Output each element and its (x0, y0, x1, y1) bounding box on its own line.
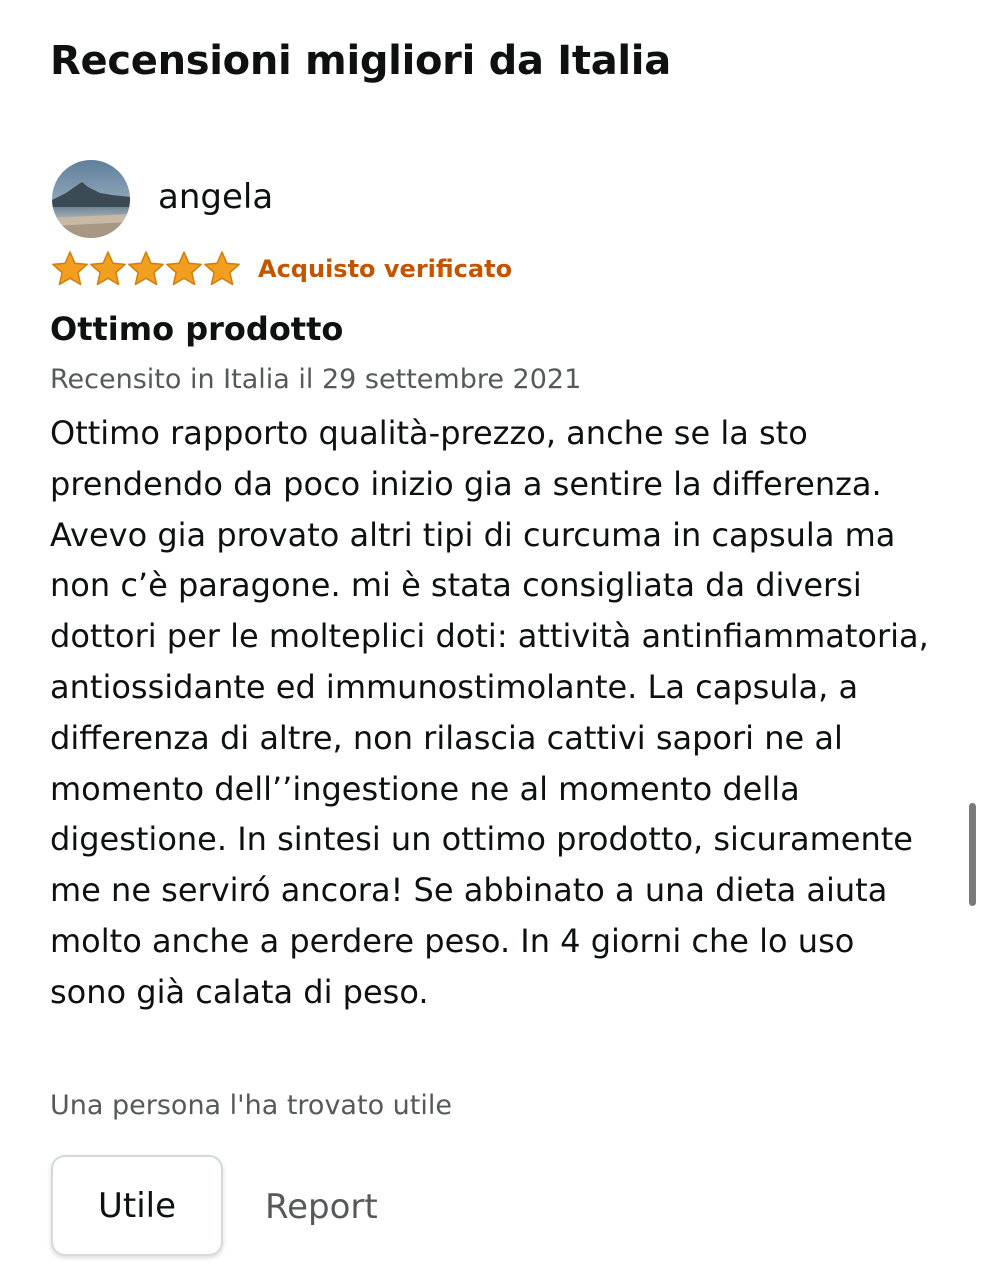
section-title: Recensioni migliori da Italia (50, 38, 671, 84)
review-date: Recensito in Italia il 29 settembre 2021 (50, 364, 582, 395)
reviewer-profile[interactable]: angela (52, 160, 273, 238)
reviewer-avatar[interactable] (52, 160, 130, 238)
scrollbar[interactable] (969, 803, 976, 906)
helpful-count-text: Una persona l'ha trovato utile (50, 1090, 452, 1121)
reviewer-name[interactable]: angela (158, 177, 273, 217)
profile-photo-avatar (52, 160, 130, 238)
review-title[interactable]: Ottimo prodotto (50, 310, 343, 348)
rating-row: Acquisto verificato (50, 250, 512, 288)
star-icon (166, 251, 202, 286)
star-rating[interactable] (50, 250, 240, 288)
star-icon (52, 251, 88, 286)
report-link[interactable]: Report (265, 1187, 378, 1227)
verified-purchase-badge: Acquisto verificato (258, 255, 513, 283)
star-icon (204, 251, 240, 286)
helpful-button[interactable]: Utile (51, 1155, 223, 1256)
review-body: Ottimo rapporto qualità-prezzo, anche se… (50, 414, 929, 1011)
star-icon (90, 251, 126, 286)
star-icon (128, 251, 164, 286)
